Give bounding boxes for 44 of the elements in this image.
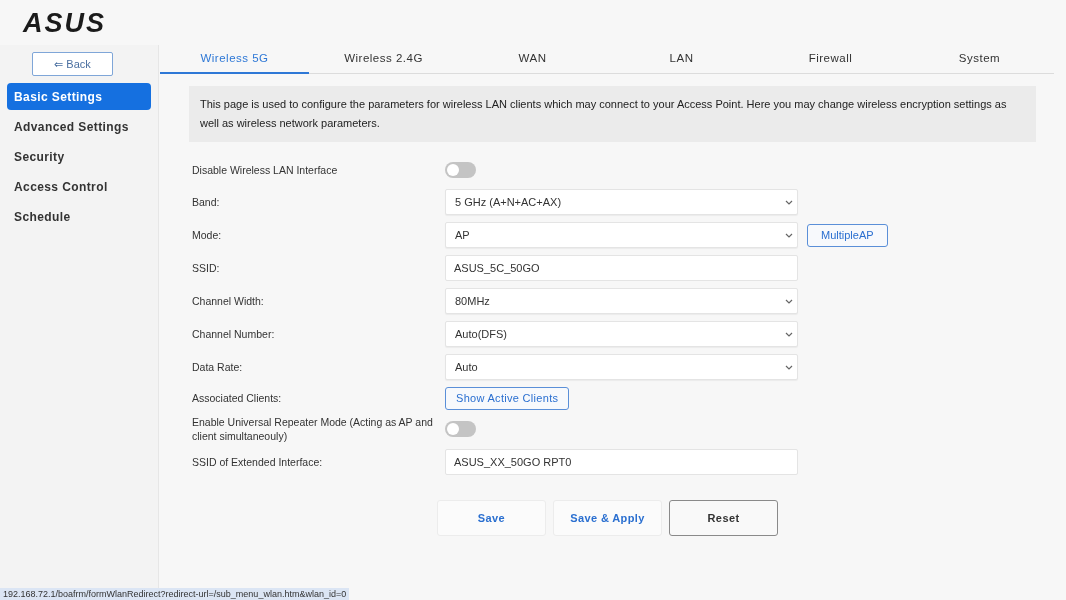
- field-label: Enable Universal Repeater Mode (Acting as AP and client simultaneouly): [192, 415, 434, 443]
- chevron-down-icon: [785, 298, 793, 304]
- field-label: Mode:: [192, 228, 223, 242]
- chevron-down-icon: [785, 364, 793, 370]
- description-text: This page is used to configure the parameters for wireless LAN clients which may connect to your Access Point. Here you may change wireless encryption settings as well as wireless network parameters.: [189, 86, 1036, 142]
- dropdown[interactable]: Auto: [445, 354, 798, 380]
- chevron-down-icon: [785, 331, 793, 337]
- sidebar-item[interactable]: Security: [7, 143, 151, 170]
- chevron-down-icon: [785, 199, 793, 205]
- field-label: Associated Clients:: [192, 391, 283, 405]
- text-field[interactable]: ASUS_5C_50GO: [445, 255, 798, 281]
- field-label: Band:: [192, 195, 221, 209]
- sidebar-item[interactable]: Schedule: [7, 203, 151, 230]
- tab[interactable]: Wireless 2.4G: [309, 45, 458, 74]
- sidebar-item[interactable]: Advanced Settings: [7, 113, 151, 140]
- dropdown[interactable]: AP: [445, 222, 798, 248]
- back-button[interactable]: ⇐ Back: [32, 52, 113, 76]
- tab[interactable]: WAN: [458, 45, 607, 74]
- show-clients-button[interactable]: Show Active Clients: [445, 386, 570, 410]
- action-button[interactable]: Reset: [669, 500, 778, 536]
- toggle-switch[interactable]: [445, 421, 476, 437]
- field-label: SSID:: [192, 261, 221, 275]
- toggle-switch[interactable]: [445, 162, 476, 178]
- tab[interactable]: Firewall: [756, 45, 905, 74]
- field-label: Disable Wireless LAN Interface: [192, 163, 339, 177]
- brand-logo: ASUS: [23, 10, 106, 37]
- field-label: SSID of Extended Interface:: [192, 455, 324, 469]
- chevron-down-icon: [785, 232, 793, 238]
- tab[interactable]: System: [905, 45, 1054, 74]
- field-label: Data Rate:: [192, 360, 244, 374]
- sidebar-item[interactable]: Access Control: [7, 173, 151, 200]
- dropdown[interactable]: Auto(DFS): [445, 321, 798, 347]
- field-label: Channel Width:: [192, 294, 265, 308]
- status-bar-url: 192.168.72.1/boafrm/formWlanRedirect?redirect-url=/sub_menu_wlan.htm&wlan_id=0: [0, 588, 350, 600]
- field-label: Channel Number:: [192, 327, 276, 341]
- action-button[interactable]: Save & Apply: [553, 500, 662, 536]
- dropdown[interactable]: 80MHz: [445, 288, 798, 314]
- multiple-ap-button[interactable]: MultipleAP: [807, 223, 888, 247]
- action-button[interactable]: Save: [437, 500, 546, 536]
- dropdown[interactable]: 5 GHz (A+N+AC+AX): [445, 189, 798, 215]
- text-field[interactable]: ASUS_XX_50GO RPT0: [445, 449, 798, 475]
- tab[interactable]: LAN: [607, 45, 756, 74]
- sidebar-item[interactable]: Basic Settings: [7, 83, 151, 110]
- tab[interactable]: Wireless 5G: [160, 45, 309, 74]
